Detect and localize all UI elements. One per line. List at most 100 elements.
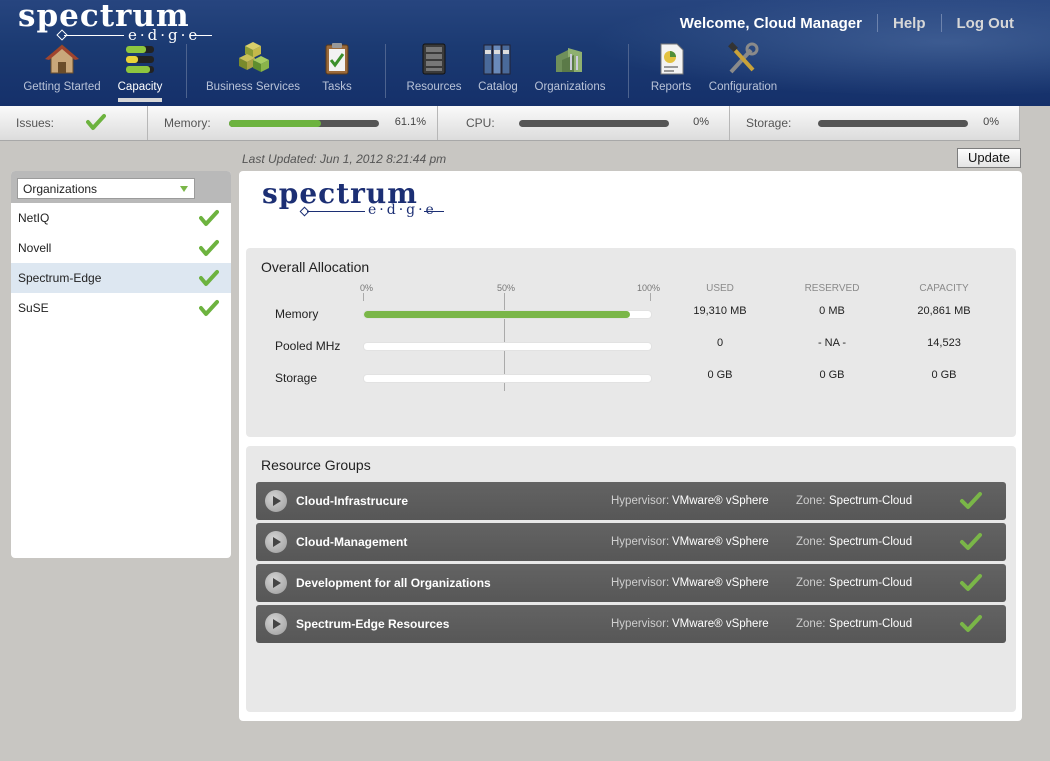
logo-line: [307, 211, 365, 212]
zone-value: Spectrum-Cloud: [829, 495, 913, 507]
storage-percent: 0%: [983, 116, 999, 128]
pooled-mhz-capacity: 14,523: [927, 337, 961, 349]
resource-groups-title: Resource Groups: [261, 457, 371, 473]
nav-label: Reports: [650, 81, 692, 93]
resource-group-name: Spectrum-Edge Resources: [296, 617, 450, 631]
tick-label: 50%: [497, 283, 516, 293]
column-header-capacity: CAPACITY: [919, 283, 969, 294]
expand-play-icon[interactable]: [265, 572, 287, 594]
cpu-status: CPU: 0%: [438, 106, 730, 140]
check-icon: [199, 239, 219, 260]
nav-label: Tasks: [322, 81, 352, 93]
nav-resources[interactable]: Resources: [406, 42, 462, 93]
storage-label: Storage:: [746, 116, 792, 130]
check-icon: [959, 532, 983, 555]
check-icon: [199, 269, 219, 290]
nav-catalog[interactable]: Catalog: [476, 42, 520, 93]
expand-play-icon[interactable]: [265, 490, 287, 512]
nav-reports[interactable]: Reports: [648, 42, 694, 93]
resource-group-name: Development for all Organizations: [296, 576, 491, 590]
update-button[interactable]: Update: [957, 148, 1021, 168]
issues-status: Issues:: [0, 106, 148, 140]
logo-line: [424, 211, 444, 212]
resource-group-row[interactable]: Spectrum-Edge Resources Hypervisor: VMwa…: [256, 605, 1006, 643]
memory-status: Memory: 61.1%: [148, 106, 438, 140]
memory-progress-fill: [229, 120, 321, 127]
server-icon: [416, 42, 452, 76]
sidebar-item-suse[interactable]: SuSE: [11, 293, 231, 323]
house-icon: [44, 42, 80, 76]
nav-divider: [628, 44, 629, 98]
nav-divider: [186, 44, 187, 98]
issues-label: Issues:: [16, 116, 55, 130]
nav-label: Getting Started: [23, 81, 101, 93]
sidebar-item-netiq[interactable]: NetIQ: [11, 203, 231, 233]
hypervisor-label: Hypervisor:: [611, 495, 670, 507]
sidebar-item-label: SuSE: [18, 301, 49, 315]
nav-label: Organizations: [534, 81, 606, 93]
resource-group-row[interactable]: Development for all Organizations Hyperv…: [256, 564, 1006, 602]
divider: [877, 14, 878, 32]
check-icon: [86, 113, 106, 134]
binders-icon: [480, 42, 516, 76]
sidebar-item-spectrum-edge[interactable]: Spectrum-Edge: [11, 263, 231, 293]
logo-line: [190, 35, 212, 36]
hypervisor-value: VMware® vSphere: [672, 495, 769, 507]
sidebar-item-label: Spectrum-Edge: [18, 271, 102, 285]
nav-configuration[interactable]: Configuration: [706, 42, 780, 93]
organizations-dropdown[interactable]: Organizations: [17, 178, 195, 199]
logout-link[interactable]: Log Out: [957, 15, 1014, 32]
nav-organizations[interactable]: Organizations: [532, 42, 608, 93]
storage-reserved: 0 GB: [819, 369, 845, 381]
resource-group-row[interactable]: Cloud-Management Hypervisor: VMware® vSp…: [256, 523, 1006, 561]
memory-progress-bar: [229, 120, 379, 127]
nav-getting-started[interactable]: Getting Started: [20, 42, 104, 93]
column-header-used: USED: [706, 283, 734, 294]
nav-capacity[interactable]: Capacity: [112, 42, 168, 102]
nav-business-services[interactable]: Business Services: [206, 42, 300, 93]
allocation-row-label: Memory: [275, 307, 319, 321]
cpu-percent: 0%: [693, 116, 709, 128]
check-icon: [959, 614, 983, 637]
cpu-label: CPU:: [466, 116, 495, 130]
app-logo[interactable]: spectrum e·d·g·e: [18, 0, 218, 44]
help-link[interactable]: Help: [893, 15, 926, 32]
allocation-row-label: Storage: [275, 371, 318, 385]
clipboard-icon: [319, 42, 355, 76]
expand-play-icon[interactable]: [265, 613, 287, 635]
check-icon: [959, 491, 983, 514]
memory-reserved: 0 MB: [819, 305, 845, 317]
nav-label: Configuration: [708, 81, 778, 93]
nav-label: Resources: [406, 81, 462, 93]
zone-label: Zone:: [796, 577, 826, 589]
tick-label: 0%: [360, 283, 374, 293]
top-links: Welcome, Cloud Manager Help Log Out: [680, 14, 1014, 32]
dropdown-value: Organizations: [23, 182, 98, 196]
memory-percent: 61.1%: [394, 116, 426, 128]
logo-sub-text: e·d·g·e: [368, 202, 437, 218]
memory-used: 19,310 MB: [693, 305, 747, 317]
hypervisor-value: VMware® vSphere: [672, 618, 769, 630]
storage-status: Storage: 0%: [730, 106, 1020, 140]
nav-label: Catalog: [478, 81, 518, 93]
check-icon: [959, 573, 983, 596]
overall-allocation-panel: Overall Allocation 0% 50% 100% USED RESE…: [246, 248, 1016, 437]
pooled-mhz-allocation-bar: [363, 342, 652, 351]
divider: [940, 14, 942, 32]
nav-tasks[interactable]: Tasks: [316, 42, 358, 93]
hypervisor-label: Hypervisor:: [611, 577, 670, 589]
storage-allocation-bar: [363, 374, 652, 383]
pooled-mhz-used: 0: [716, 337, 724, 349]
overall-allocation-title: Overall Allocation: [261, 259, 370, 275]
allocation-fill: [364, 311, 630, 318]
last-updated-text: Last Updated: Jun 1, 2012 8:21:44 pm: [242, 152, 447, 166]
resource-group-row[interactable]: Cloud-Infrastrucure Hypervisor: VMware® …: [256, 482, 1006, 520]
storage-used: 0 GB: [707, 369, 733, 381]
expand-play-icon[interactable]: [265, 531, 287, 553]
nav-label: Capacity: [117, 81, 163, 93]
resource-group-name: Cloud-Infrastrucure: [296, 494, 409, 508]
tick-line: [363, 293, 364, 301]
sidebar-item-novell[interactable]: Novell: [11, 233, 231, 263]
welcome-text: Welcome, Cloud Manager: [679, 14, 862, 32]
tick-label: 100%: [637, 283, 661, 293]
